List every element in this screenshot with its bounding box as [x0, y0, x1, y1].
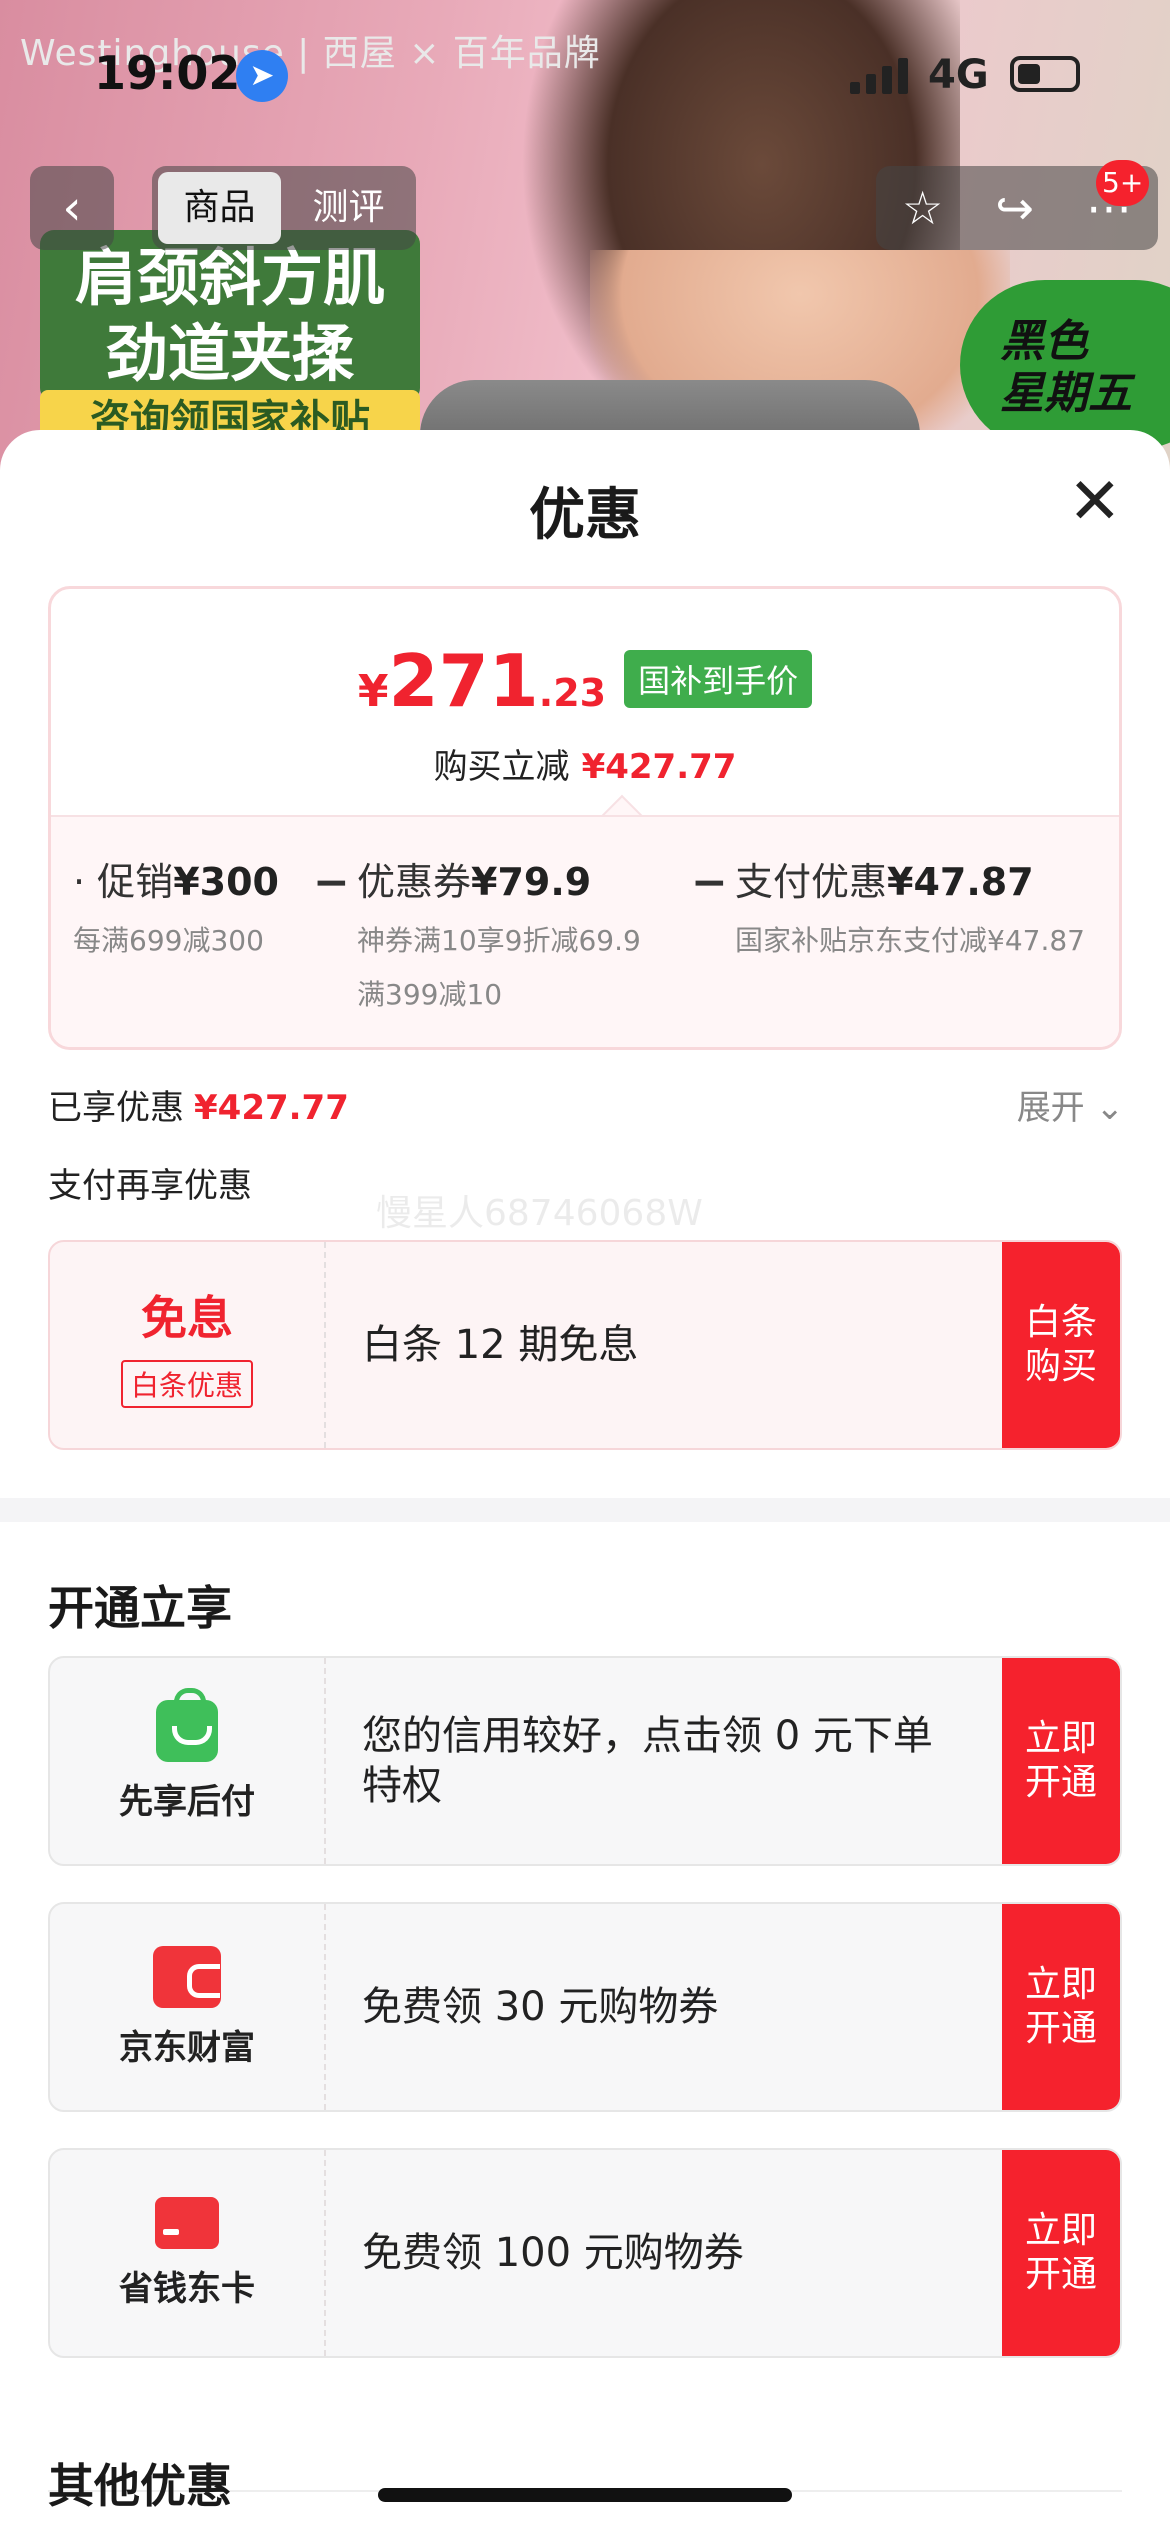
status-time: 19:02 [94, 46, 241, 100]
subsidy-price-tag: 国补到手价 [624, 650, 813, 708]
pay-more-title: 支付再享优惠 [48, 1166, 252, 1206]
offer-label: 京东财富 [119, 2027, 255, 2068]
baitiao-offer-card: 免息 白条优惠 白条 12 期免息 白条购买 [48, 1240, 1122, 1450]
expand-label: 展开 [1016, 1088, 1085, 1128]
open-now-button[interactable]: 立即开通 [1002, 2150, 1120, 2356]
open-now-button[interactable]: 立即开通 [1002, 1904, 1120, 2110]
minus-sign: − [313, 857, 350, 908]
enjoyed-discount: 已享优惠 ¥427.77 [48, 1080, 349, 1129]
open-offer-card: 京东财富 免费领 30 元购物券 立即开通 [48, 1902, 1122, 2112]
discount-breakdown: · 促销¥300 每满699减300 − 优惠券¥79.9 神券满10享9折减6… [51, 815, 1119, 1047]
interest-free-label: 免息 [141, 1291, 233, 1345]
price-decimal: .23 [538, 671, 607, 715]
star-icon[interactable]: ☆ [902, 181, 943, 235]
item-label: 促销 [97, 860, 174, 904]
expand-button[interactable]: 展开 ⌄ [1017, 1080, 1124, 1129]
wallet-icon [153, 1945, 221, 2008]
tab-review[interactable]: 测评 [287, 172, 410, 244]
sheet-title: 优惠 [529, 483, 641, 548]
reduce-label: 购买立减 [433, 747, 570, 787]
signal-icon [850, 58, 908, 94]
open-offer-card: 省钱东卡 免费领 100 元购物券 立即开通 [48, 2148, 1122, 2358]
offer-badge: 省钱东卡 [50, 2150, 326, 2356]
black-friday-sticker: 黑色 星期五 [960, 280, 1170, 450]
offer-badge: 免息 白条优惠 [50, 1242, 326, 1448]
offer-badge: 京东财富 [50, 1904, 326, 2110]
open-now-button[interactable]: 立即开通 [1002, 1658, 1120, 1864]
hero-banner: 肩颈斜方肌 劲道夹揉 [40, 230, 420, 402]
discount-sheet: 优惠 ✕ ¥271.23 国补到手价 购买立减 ¥427.77 · 促销¥300 … [0, 430, 1170, 2532]
final-price: ¥271.23 [358, 639, 606, 723]
payment-item: 支付优惠¥47.87 国家补贴京东支付减¥47.87 [735, 851, 1085, 968]
section-gap [0, 1498, 1170, 1522]
item-value: ¥79.9 [471, 860, 592, 904]
baitiao-tag: 白条优惠 [120, 1360, 253, 1408]
item-value: ¥47.87 [887, 860, 1034, 904]
network-type: 4G [928, 52, 989, 98]
minus-sign: − [691, 857, 728, 908]
open-section-title: 开通立享 [48, 1581, 232, 1635]
home-indicator[interactable] [378, 2488, 792, 2502]
location-arrow-icon: ➤ [236, 50, 288, 102]
status-bar: 19:02 ➤ 4G [0, 0, 1170, 150]
card-icon [155, 2196, 219, 2249]
banner-line: 肩颈斜方肌 [74, 241, 385, 314]
offer-text: 您的信用较好，点击领 0 元下单特权 [362, 1713, 933, 1809]
offer-text: 白条 12 期免息 [362, 1322, 639, 1368]
close-icon[interactable]: ✕ [1068, 470, 1122, 534]
offer-text: 免费领 100 元购物券 [362, 2230, 744, 2276]
offer-text: 免费领 30 元购物券 [362, 1984, 719, 2030]
price-integer: 271 [388, 639, 539, 723]
item-desc: 神券满10享9折减69.9 [357, 924, 641, 957]
offer-label: 省钱东卡 [119, 2268, 255, 2309]
banner-line: 劲道夹揉 [105, 317, 354, 390]
item-desc: 每满699减300 [73, 924, 264, 957]
back-button[interactable]: ‹ [30, 166, 114, 250]
item-label: 优惠券 [357, 860, 472, 904]
promo-item: · 促销¥300 每满699减300 [73, 851, 279, 968]
chevron-down-icon: ⌄ [1095, 1088, 1125, 1128]
item-desc: 满399减10 [357, 978, 503, 1011]
coupon-item: 优惠券¥79.9 神券满10享9折减69.9 满399减10 [357, 851, 641, 1022]
enjoyed-label: 已享优惠 [48, 1088, 184, 1128]
product-tab-switcher: 商品 测评 [152, 166, 416, 250]
price-summary-card: ¥271.23 国补到手价 购买立减 ¥427.77 · 促销¥300 每满699… [48, 586, 1122, 1050]
price-currency: ¥ [357, 666, 389, 717]
battery-icon [1010, 56, 1080, 92]
item-desc: 国家补贴京东支付减¥47.87 [735, 924, 1085, 957]
instant-reduction: 购买立减 ¥427.77 [51, 739, 1119, 788]
sticker-line: 黑色 [1000, 316, 1088, 367]
item-value: ¥300 [173, 860, 279, 904]
share-icon[interactable]: ↪ [995, 181, 1034, 235]
tab-product[interactable]: 商品 [158, 172, 281, 244]
reduce-amount: ¥427.77 [581, 747, 737, 787]
item-label: 支付优惠 [735, 860, 888, 904]
offer-badge: 先享后付 [50, 1658, 326, 1864]
offer-label: 先享后付 [119, 1781, 255, 1822]
other-section-title: 其他优惠 [48, 2459, 232, 2513]
open-offer-card: 先享后付 您的信用较好，点击领 0 元下单特权 立即开通 [48, 1656, 1122, 1866]
message-badge: 5+ [1096, 160, 1150, 206]
enjoyed-amount: ¥427.77 [194, 1088, 349, 1128]
bag-icon [156, 1687, 218, 1762]
sticker-line: 星期五 [1000, 368, 1132, 419]
baitiao-buy-button[interactable]: 白条购买 [1002, 1242, 1120, 1448]
watermark: 慢星人68746068W [376, 1193, 703, 1234]
